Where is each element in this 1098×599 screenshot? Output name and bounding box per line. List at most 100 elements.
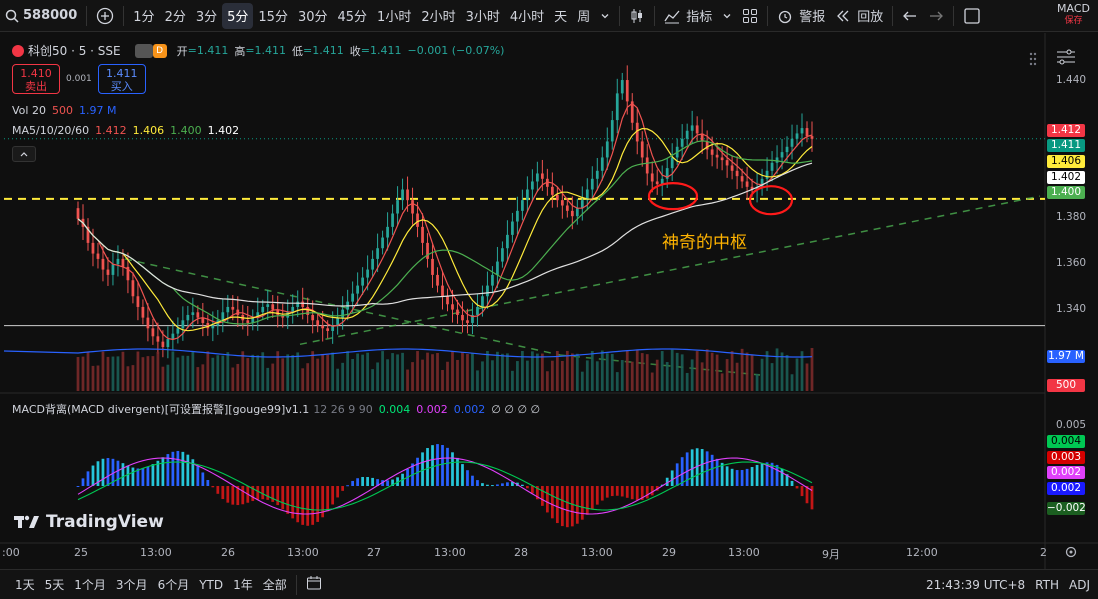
macd-histogram-bar [421,452,424,486]
sell-button[interactable]: 1.410 卖出 [12,64,60,94]
rth-toggle[interactable]: RTH [1035,578,1059,592]
macd-histogram-bar [700,449,704,486]
interval-3m[interactable]: 3分 [191,3,222,29]
templates-button[interactable] [737,3,763,29]
interval-5m[interactable]: 5分 [222,2,254,29]
volume-bar [406,369,409,391]
interval-45m[interactable]: 45分 [333,3,373,29]
macd-histogram-bar [605,486,609,498]
macd-histogram-bar [600,486,604,501]
candle-body [386,226,389,238]
candle-body [680,138,684,147]
interval-1h[interactable]: 1小时 [372,3,416,29]
candle-body [501,248,504,262]
macd-label[interactable]: MACD背离(MACD divergent)[可设置报警][gouge99]v1… [12,401,309,417]
candles-icon [631,8,643,23]
tradingview-logo[interactable]: TradingView [14,512,164,532]
range-1m[interactable]: 1个月 [69,576,111,593]
symbol-search[interactable]: 588000 [0,3,82,29]
chart-annotation-text[interactable]: 神奇的中枢 [662,228,747,253]
volume-bar [81,356,85,391]
gear-icon [1065,546,1077,558]
highlight-circle [647,182,699,211]
bottom-right-group: 21:43:39 UTC+8 RTH ADJ [926,578,1090,592]
chevron-down-icon [601,13,609,18]
time-axis-label: 13:00 [728,546,760,559]
candle-body [266,304,270,307]
volume-bar [456,359,459,391]
indicators-dropdown[interactable] [717,3,737,29]
candle-body [381,237,384,249]
macd-histogram-bar [201,472,205,486]
candle-body [536,173,539,182]
candle-body [715,154,719,158]
interval-3h[interactable]: 3小时 [461,3,505,29]
fullscreen-button[interactable] [958,3,986,29]
price-chart[interactable] [0,33,1098,569]
candle-body [595,170,599,179]
macd-histogram-bar [186,454,190,486]
compare-button[interactable] [91,3,119,29]
range-5d[interactable]: 5天 [40,576,70,593]
adj-toggle[interactable]: ADJ [1069,578,1090,592]
interval-4h[interactable]: 4小时 [505,3,549,29]
symbol-title[interactable]: 科创50 · 5 · SSE [28,42,121,59]
volume-bar [655,359,659,391]
undo-button[interactable] [897,3,923,29]
ma-label[interactable]: MA5/10/20/60 [12,124,89,137]
candle-body [106,269,110,275]
collapse-legend-button[interactable] [12,146,36,162]
range-1y[interactable]: 1年 [228,576,258,593]
interval-2h[interactable]: 2小时 [416,3,460,29]
interval-2m[interactable]: 2分 [160,3,191,29]
macd-histogram-bar [206,479,210,486]
replay-button[interactable]: 回放 [830,3,888,29]
interval-1m[interactable]: 1分 [128,3,159,29]
chevron-down-icon [723,13,731,18]
interval-week[interactable]: 周 [572,3,595,29]
chart-settings-button[interactable] [1055,48,1077,69]
interval-day[interactable]: 天 [549,3,572,29]
volume-bar [516,361,519,391]
axis-settings-button[interactable] [1064,545,1078,562]
range-ytd[interactable]: YTD [194,578,228,592]
layout-name[interactable]: MACD 保存 [1057,3,1090,27]
go-to-date-button[interactable] [301,575,327,594]
candle-body [96,253,100,259]
volume-bar [770,363,774,391]
clock[interactable]: 21:43:39 UTC+8 [926,578,1025,592]
interval-15m[interactable]: 15分 [253,3,293,29]
candle-body [101,258,105,270]
volume-bar [101,351,105,391]
macd-histogram-bar [451,452,454,486]
candle-body [685,130,689,139]
volume-bar [605,353,609,391]
candle-body [625,80,629,102]
macd-histogram-bar [790,480,794,486]
candle-body [166,338,170,347]
candle-body [590,178,594,190]
volume-bar [386,359,389,391]
range-3m[interactable]: 3个月 [111,576,153,593]
volume-label[interactable]: Vol 20 [12,104,46,117]
more-options-icon[interactable] [1028,52,1038,66]
range-6m[interactable]: 6个月 [153,576,195,593]
macd-params: 12 26 9 90 [313,402,373,416]
volume-bar [246,358,250,391]
volume-bar [221,355,225,391]
range-1d[interactable]: 1天 [10,576,40,593]
time-axis-label: 28 [514,546,528,559]
interval-30m[interactable]: 30分 [293,3,333,29]
low-value: =1.411 [303,44,344,57]
macd-histogram-bar [176,450,180,486]
indicators-button[interactable]: 指标 [659,3,717,29]
volume-bar [451,351,454,391]
chart-type-button[interactable] [624,3,650,29]
range-all[interactable]: 全部 [258,576,292,593]
buy-button[interactable]: 1.411 买入 [97,64,146,94]
redo-button[interactable] [923,3,949,29]
volume-bar [441,369,444,391]
macd-histogram-bar [256,486,260,500]
interval-dropdown[interactable] [595,3,615,29]
alert-button[interactable]: 警报 [772,3,830,29]
